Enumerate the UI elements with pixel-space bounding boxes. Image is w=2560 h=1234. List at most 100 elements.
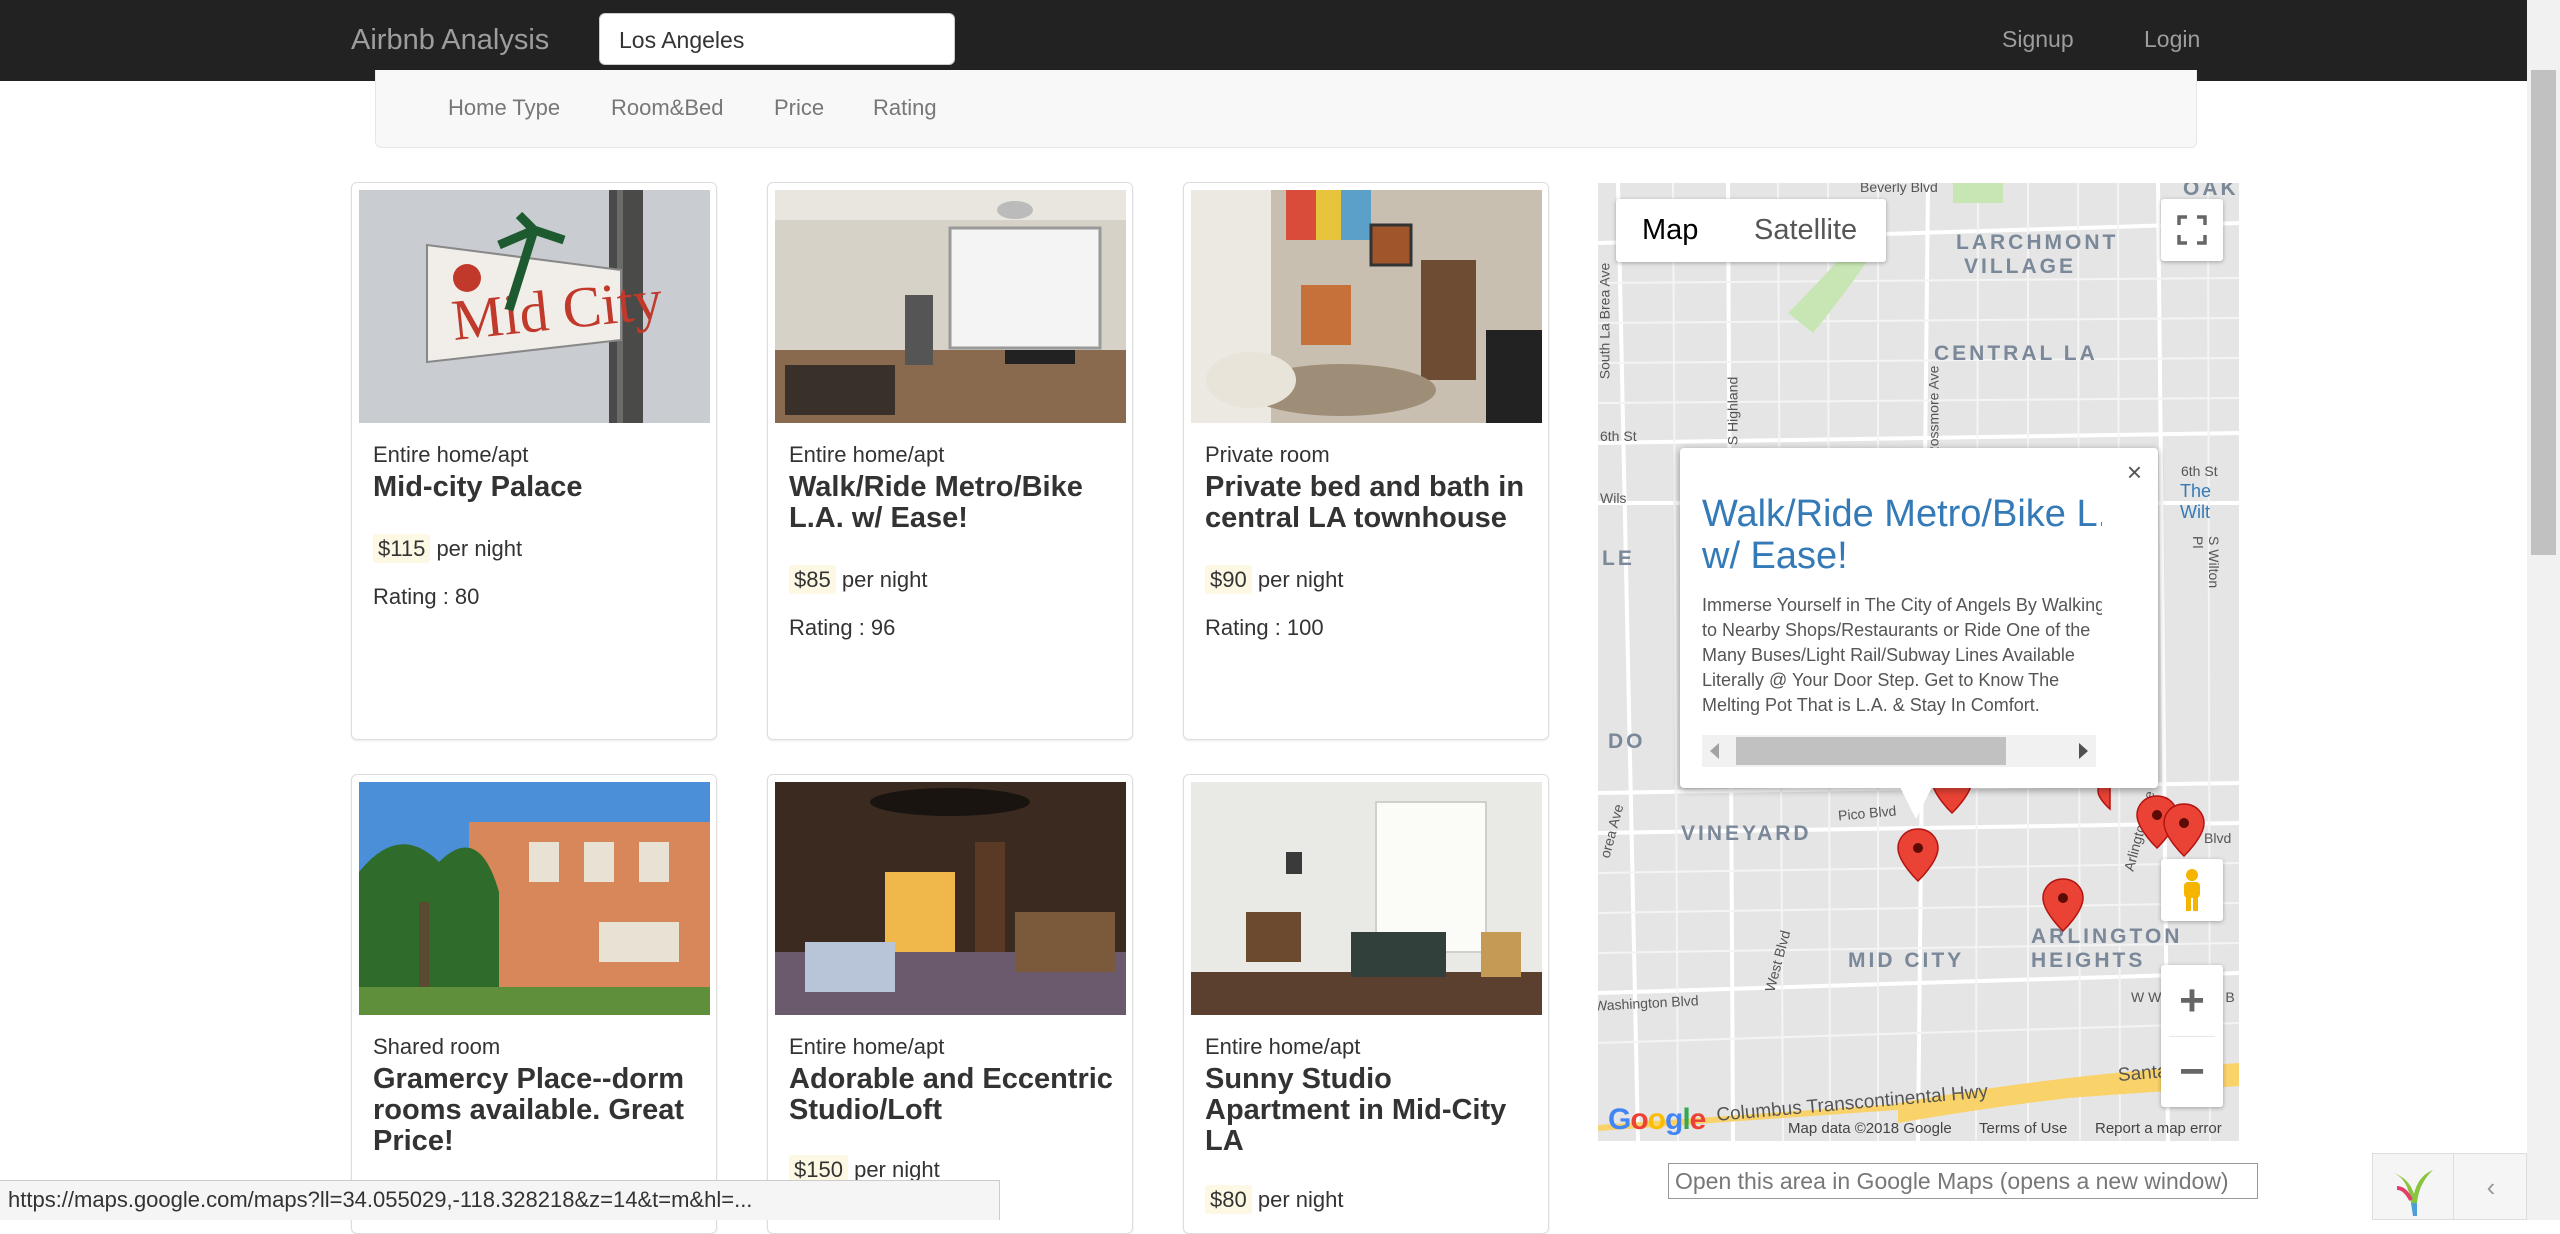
open-in-google-maps-tooltip: Open this area in Google Maps (opens a n… — [1668, 1163, 2258, 1199]
browser-status-url: https://maps.google.com/maps?ll=34.05502… — [0, 1180, 1000, 1220]
street-la-brea: South La Brea Ave — [1598, 262, 1613, 380]
listing-card[interactable]: Entire home/apt Sunny Studio Apartment i… — [1183, 774, 1549, 1234]
navbar: Airbnb Analysis Los Angeles Signup Login — [0, 0, 2560, 81]
fullscreen-button[interactable] — [2161, 199, 2223, 261]
street-wilton: S Wilton Pl — [2190, 536, 2222, 589]
listing-rating: Rating : 80 — [373, 584, 480, 609]
brand-link[interactable]: Airbnb Analysis — [351, 24, 549, 57]
listing-price-unit: per night — [841, 567, 928, 592]
info-window-close-button[interactable]: × — [2127, 457, 2142, 488]
search-input[interactable]: Los Angeles — [599, 13, 955, 65]
listing-rating: Rating : 96 — [789, 615, 896, 640]
yii-logo-icon[interactable] — [2383, 1158, 2443, 1218]
listing-photo[interactable]: Mid City — [359, 190, 710, 423]
listing-title[interactable]: Mid-city Palace — [373, 472, 703, 503]
listing-price-unit: per night — [854, 1157, 940, 1182]
google-map[interactable]: LARCHMONT VILLAGE CENTRAL LA VINEYARD MI… — [1598, 183, 2239, 1141]
map-label-le: LE — [1602, 547, 1635, 570]
listing-price-unit: per night — [1257, 1187, 1344, 1212]
listing-card[interactable]: Mid City Entire home/apt Mid-city Palace… — [351, 182, 717, 740]
listing-price: $115 — [373, 534, 431, 563]
listing-photo[interactable] — [1191, 190, 1542, 423]
info-window-title-line: w/ Ease! — [1702, 535, 1848, 577]
listing-room-type: Private room — [1205, 442, 1330, 467]
listing-room-type: Entire home/apt — [789, 1034, 945, 1059]
map-attribution: Map data ©2018 Google — [1788, 1120, 1952, 1137]
listing-rating: Rating : 100 — [1205, 615, 1324, 640]
info-window-description-line: to Nearby Shops/Restaurants or Ride One … — [1702, 620, 2091, 640]
login-link[interactable]: Login — [2144, 26, 2200, 53]
listing-photo[interactable] — [359, 782, 710, 1015]
zoom-control: + − — [2161, 965, 2223, 1107]
street-view-pegman-button[interactable] — [2161, 859, 2223, 921]
street-rossmore: Rossmore Ave — [1925, 365, 1942, 457]
street-wilshire: Wils — [1600, 490, 1627, 506]
map-label-arlington: ARLINGTON — [2031, 925, 2183, 948]
map-label-heights: HEIGHTS — [2031, 949, 2146, 972]
map-type-satellite-button[interactable]: Satellite — [1728, 199, 1883, 262]
listing-price: $80 — [1205, 1185, 1252, 1214]
terms-of-use-link[interactable]: Terms of Use — [1979, 1120, 2067, 1137]
listing-room-type: Shared room — [373, 1034, 501, 1059]
filter-price[interactable]: Price — [774, 95, 824, 121]
map-label-village: VILLAGE — [1964, 255, 2077, 278]
page-scrollbar-thumb[interactable] — [2531, 70, 2556, 555]
fullscreen-icon — [2177, 215, 2207, 245]
info-window-pointer — [1900, 787, 1932, 819]
map-label-vineyard: VINEYARD — [1681, 822, 1812, 845]
map-poi-the-wiltern: The Wilt — [2180, 481, 2212, 522]
listing-title[interactable]: Adorable and Eccentric Studio/Loft — [789, 1064, 1119, 1126]
map-label-mid-city: MID CITY — [1848, 949, 1965, 972]
street-beverly: Beverly Blvd — [1860, 183, 1938, 195]
street-sixth-east: 6th St — [2181, 463, 2218, 479]
info-window-description-line: Immerse Yourself in The City of Angels B… — [1702, 595, 2102, 615]
listing-room-type: Entire home/apt — [1205, 1034, 1361, 1059]
scroll-left-arrow-icon[interactable] — [1710, 743, 1719, 759]
listing-room-type: Entire home/apt — [373, 442, 529, 467]
listing-price-row: $115 per night — [373, 534, 522, 563]
zoom-out-button[interactable]: − — [2161, 1037, 2223, 1107]
collapse-arrow-icon[interactable]: ‹ — [2453, 1154, 2528, 1220]
listing-card[interactable]: Entire home/apt Adorable and Eccentric S… — [767, 774, 1133, 1234]
zoom-in-button[interactable]: + — [2161, 966, 2223, 1036]
info-window-description-line: Melting Pot That is L.A. & Stay In Comfo… — [1702, 695, 2040, 715]
map-info-window: × Walk/Ride Metro/Bike L.A. w/ Ease! Imm… — [1680, 448, 2158, 819]
info-window-description-line: Many Buses/Light Rail/Subway Lines Avail… — [1702, 645, 2075, 665]
listing-card[interactable]: Shared room Gramercy Place--dorm rooms a… — [351, 774, 717, 1234]
map-label-do: DO — [1608, 730, 1646, 753]
info-window-scrollbar-thumb[interactable] — [1736, 737, 2006, 765]
listing-photo[interactable] — [775, 190, 1126, 423]
listing-price: $85 — [789, 565, 836, 594]
listing-price: $90 — [1205, 565, 1252, 594]
listing-title[interactable]: Sunny Studio Apartment in Mid-City LA — [1205, 1064, 1535, 1157]
filter-home-type[interactable]: Home Type — [448, 95, 560, 121]
google-logo[interactable]: Google — [1608, 1103, 1706, 1137]
info-window-title-line: Walk/Ride Metro/Bike L.A. — [1702, 493, 2102, 535]
street-sixth-west: 6th St — [1600, 428, 1637, 444]
listing-price-row: $80 per night — [1205, 1185, 1344, 1214]
info-window-scrollbar[interactable] — [1702, 735, 2096, 767]
scroll-right-arrow-icon[interactable] — [2079, 743, 2088, 759]
signup-link[interactable]: Signup — [2002, 26, 2074, 53]
street-highland: S Highland — [1724, 376, 1741, 446]
map-label-central-la: CENTRAL LA — [1934, 342, 2098, 365]
pegman-icon — [2184, 869, 2200, 911]
listing-card[interactable]: Entire home/apt Walk/Ride Metro/Bike L.A… — [767, 182, 1133, 740]
listing-price-row: $85 per night — [789, 565, 928, 594]
listing-room-type: Entire home/apt — [789, 442, 945, 467]
report-map-error-link[interactable]: Report a map error — [2095, 1120, 2222, 1137]
listing-photo[interactable] — [1191, 782, 1542, 1015]
debug-toolbar: ‹ — [2372, 1153, 2527, 1220]
map-label-larchmont: LARCHMONT — [1956, 231, 2119, 254]
info-window-description: Immerse Yourself in The City of Angels B… — [1702, 593, 2102, 718]
filter-room-bed[interactable]: Room&Bed — [611, 95, 724, 121]
listing-title[interactable]: Private bed and bath in central LA townh… — [1205, 472, 1535, 534]
filter-rating[interactable]: Rating — [873, 95, 937, 121]
listing-price-row: $90 per night — [1205, 565, 1343, 594]
listing-photo[interactable] — [775, 782, 1126, 1015]
listing-title[interactable]: Walk/Ride Metro/Bike L.A. w/ Ease! — [789, 472, 1119, 534]
info-window-title[interactable]: Walk/Ride Metro/Bike L.A. w/ Ease! — [1702, 493, 2102, 577]
listing-title[interactable]: Gramercy Place--dorm rooms available. Gr… — [373, 1064, 703, 1157]
listing-card[interactable]: Private room Private bed and bath in cen… — [1183, 182, 1549, 740]
map-type-map-button[interactable]: Map — [1616, 199, 1724, 262]
